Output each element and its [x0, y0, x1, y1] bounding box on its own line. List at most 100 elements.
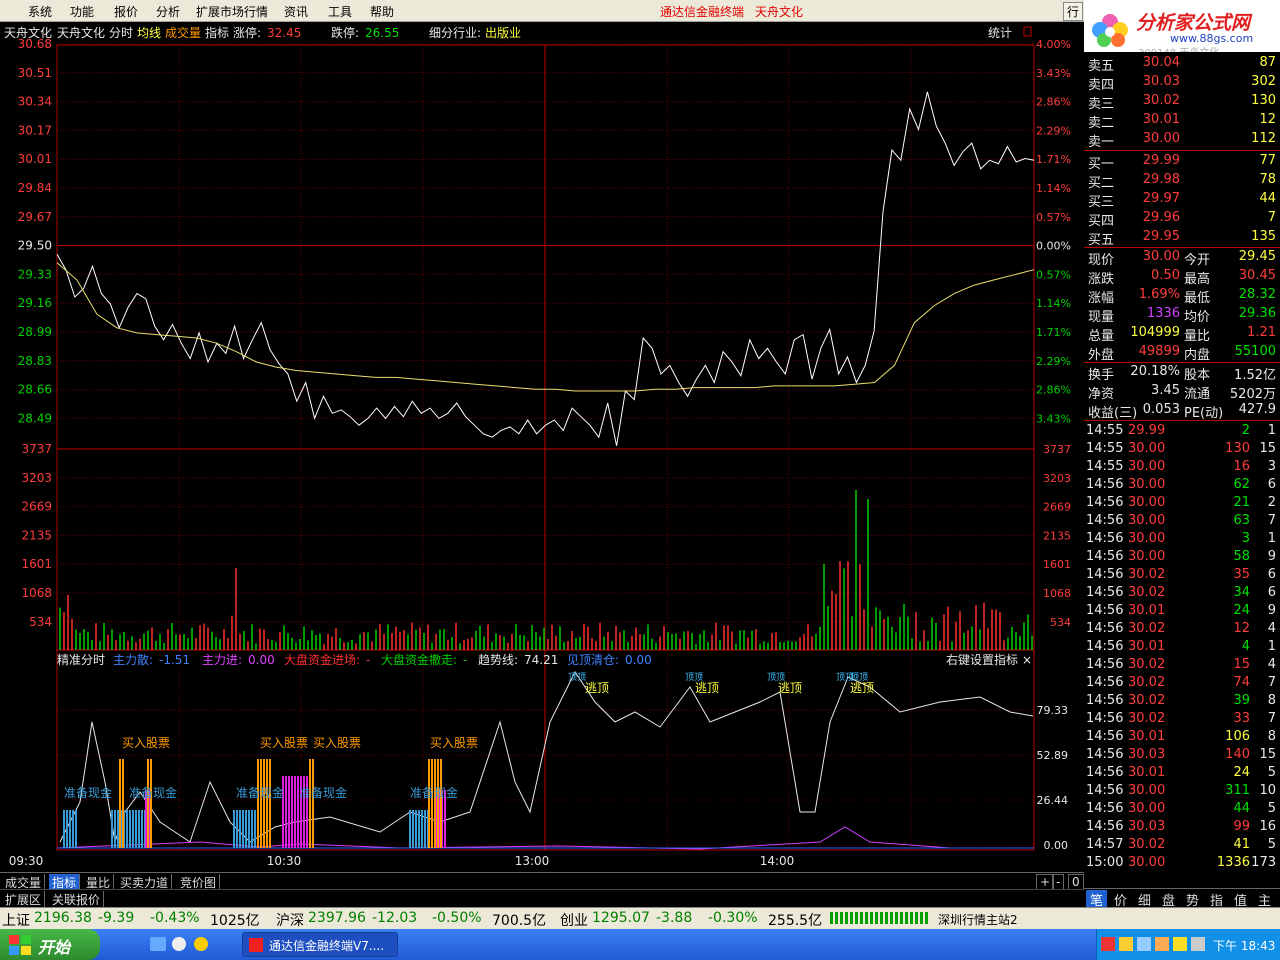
tab-junxian[interactable]: 均线	[137, 26, 161, 40]
indicator-line	[59, 671, 1034, 843]
index-name: 沪深	[276, 913, 304, 929]
vol-tick-r: 1068	[1043, 587, 1071, 600]
pct-tick: 2.86%	[1036, 96, 1071, 109]
sell-label: 卖一	[1088, 135, 1115, 150]
price-tick: 30.17	[18, 123, 52, 137]
index-amt: 700.5亿	[492, 913, 547, 929]
ext-tab-1[interactable]: 关联报价	[49, 891, 105, 908]
tab-volume[interactable]: 成交量	[165, 25, 201, 40]
tray-icon-1[interactable]	[1101, 937, 1115, 951]
tick-row: 14:56 30.02 35 6	[1084, 566, 1280, 585]
price-tick: 28.49	[18, 411, 52, 425]
time-tick: 10:30	[267, 854, 302, 868]
tick-row: 14:56 30.00 44 5	[1084, 800, 1280, 819]
pct-tick: 1.14%	[1036, 297, 1071, 310]
pct-tick: 0.57%	[1036, 211, 1071, 224]
stat-button[interactable]: 统计	[988, 26, 1012, 40]
quote-value: 28.32	[1238, 287, 1276, 302]
sell-row: 卖一 30.00 112	[1084, 130, 1280, 150]
ext-tab-0[interactable]: 扩展区	[2, 891, 46, 908]
tick-vol: 21	[1233, 495, 1250, 510]
tick-vol: 63	[1233, 513, 1250, 528]
tick-price: 30.02	[1128, 675, 1166, 690]
sell-label: 卖三	[1088, 97, 1115, 112]
chart-area[interactable]: 30.68 4.00% 30.51 3.43% 30.34 2.86% 30.17 2.29%…	[0, 22, 1084, 872]
tick-price: 30.01	[1128, 729, 1166, 744]
menu-item-0[interactable]: 系统	[28, 3, 52, 20]
legend-value: 0.00	[625, 653, 652, 667]
buy-price: 29.97	[1142, 191, 1180, 206]
tick-vol: 140	[1225, 747, 1250, 762]
price-tick: 30.01	[18, 152, 52, 166]
tick-time: 14:56	[1086, 567, 1124, 582]
start-label: 开始	[38, 938, 71, 957]
sell-price: 30.04	[1142, 55, 1180, 70]
menu-item-1[interactable]: 功能	[70, 3, 94, 20]
ie-icon[interactable]	[172, 937, 186, 951]
tick-price: 30.03	[1128, 819, 1166, 834]
buy-label: 买五	[1088, 233, 1115, 248]
tick-price: 30.00	[1128, 783, 1166, 798]
tray-icon-6[interactable]	[1191, 937, 1205, 951]
tick-price: 30.00	[1128, 495, 1166, 510]
menu-item-3[interactable]: 分析	[156, 3, 180, 20]
quote-button[interactable]: 行	[1063, 2, 1084, 21]
industry-value: 出版业	[485, 26, 521, 40]
tab-fenshi[interactable]: 分时	[109, 26, 133, 40]
legend-name: 见顶清仓:	[567, 653, 619, 667]
annotation-mark: 顶顶	[850, 672, 868, 683]
tick-count: 15	[1259, 441, 1276, 456]
tick-price: 30.02	[1128, 693, 1166, 708]
legend-value: -	[463, 653, 467, 667]
dt-label: 跌停:	[331, 25, 359, 40]
tray-icon-2[interactable]	[1119, 937, 1133, 951]
annotation-top: 逃顶	[778, 681, 802, 695]
close-icon[interactable]: ×	[1022, 653, 1032, 667]
quote-value: 1.21	[1247, 325, 1276, 340]
tick-count: 6	[1267, 567, 1276, 582]
sell-price: 30.03	[1142, 74, 1180, 89]
tray-icon-3[interactable]	[1137, 937, 1151, 951]
tick-time: 14:56	[1086, 801, 1124, 816]
index-pct: -0.50%	[432, 910, 482, 926]
tray-icon-5[interactable]	[1173, 937, 1187, 951]
zoom-button-1[interactable]: -	[1052, 874, 1065, 890]
menu-item-2[interactable]: 报价	[114, 3, 138, 20]
legend-value: 0.00	[248, 653, 275, 667]
tick-count: 7	[1267, 675, 1276, 690]
index-val: 1295.07	[592, 910, 650, 926]
sell-vol: 302	[1251, 74, 1276, 89]
tick-row: 14:56 30.02 12 4	[1084, 620, 1280, 639]
tick-vol: 106	[1225, 729, 1250, 744]
fin-value: 427.9	[1238, 402, 1276, 417]
menu-item-5[interactable]: 资讯	[284, 3, 308, 20]
zoom-button-2[interactable]: 0	[1068, 874, 1084, 890]
desktop-icon[interactable]	[150, 937, 166, 951]
fin-label: 股本	[1184, 368, 1211, 383]
index-amt: 1025亿	[210, 913, 260, 929]
stock-name: 天舟文化	[57, 25, 105, 40]
legend-value: 74.21	[524, 653, 558, 667]
intraday-chart[interactable]: 30.68 4.00%30.51 3.43%30.34 2.86%30.17 2.29%…	[0, 22, 1084, 872]
indicator-settings[interactable]: 右键设置指标	[946, 652, 1018, 667]
annotation-cash: 准备现金	[299, 785, 347, 800]
tick-count: 16	[1259, 819, 1276, 834]
buy-label: 买二	[1088, 176, 1115, 191]
plus-icon[interactable]	[194, 937, 208, 951]
tick-count: 6	[1267, 477, 1276, 492]
menu-item-4[interactable]: 扩展市场行情	[196, 3, 268, 20]
tray-icon-4[interactable]	[1155, 937, 1169, 951]
tick-row: 14:56 30.02 74 7	[1084, 674, 1280, 693]
pct-tick: 1.71%	[1036, 326, 1071, 339]
tab-indicator[interactable]: 指标	[205, 25, 229, 40]
menu-item-6[interactable]: 工具	[328, 3, 352, 20]
tick-vol: 130	[1225, 441, 1250, 456]
expand-icon[interactable]	[1023, 26, 1032, 37]
menu-item-7[interactable]: 帮助	[370, 3, 394, 20]
tick-count: 4	[1267, 657, 1276, 672]
tick-time: 14:56	[1086, 819, 1124, 834]
index-chg: -3.88	[656, 910, 693, 926]
taskbar-task[interactable]: 通达信金融终端V7....	[242, 932, 398, 957]
start-button[interactable]: 开始	[0, 929, 100, 960]
indicator-title: 精准分时	[57, 653, 105, 667]
